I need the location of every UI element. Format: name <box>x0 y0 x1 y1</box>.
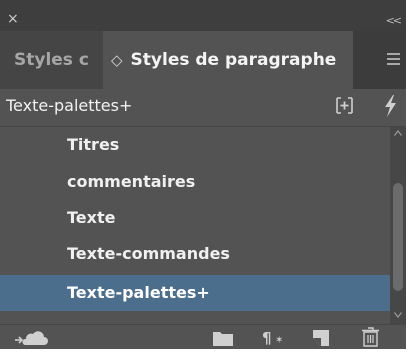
list-item[interactable]: Texte-commandes <box>0 236 390 272</box>
trash-icon[interactable] <box>362 327 379 347</box>
current-style-header: Texte-palettes+ <box>0 89 406 127</box>
tab-paragraph-styles[interactable]: ◇ Styles de paragraphe <box>103 31 353 89</box>
style-label: Texte-palettes+ <box>67 283 210 302</box>
tab-character-styles-label: Styles c <box>14 50 89 70</box>
scroll-thumb[interactable] <box>393 183 403 291</box>
tab-bar: Styles c ◇ Styles de paragraphe <box>0 31 406 89</box>
style-label: Texte-commandes <box>67 244 230 263</box>
chevron-updown-icon: ◇ <box>111 51 123 69</box>
hamburger-icon[interactable] <box>387 53 400 65</box>
paragraph-styles-panel: × << Styles c ◇ Styles de paragraphe Text… <box>0 0 406 349</box>
list-item[interactable]: Titres <box>0 127 390 163</box>
panel-title-bar: × << <box>0 0 406 31</box>
close-icon[interactable]: × <box>7 12 19 26</box>
list-item[interactable]: Texte <box>0 200 390 236</box>
style-label: Titres <box>67 135 120 154</box>
list-item[interactable]: commentaires <box>0 164 390 200</box>
collapse-panel-icon[interactable]: << <box>386 15 403 26</box>
tab-paragraph-styles-label: Styles de paragraphe <box>130 50 337 70</box>
style-label: commentaires <box>67 172 196 191</box>
chevron-down-icon[interactable] <box>394 312 402 318</box>
panel-footer: ¶ ✶ <box>0 324 406 349</box>
list-item-selected[interactable]: Texte-palettes+ <box>0 275 390 311</box>
clear-overrides-icon[interactable]: ¶ ✶ <box>262 329 286 346</box>
style-label: Texte <box>67 208 116 227</box>
scrollbar[interactable] <box>390 127 406 324</box>
lightning-icon[interactable] <box>383 95 397 117</box>
styles-list: Titres commentaires Texte Texte-commande… <box>0 127 390 324</box>
folder-icon[interactable] <box>213 331 233 346</box>
svg-text:✶: ✶ <box>275 335 283 346</box>
new-style-group-icon[interactable] <box>336 97 353 114</box>
current-style-name: Texte-palettes+ <box>6 96 133 115</box>
tab-character-styles[interactable]: Styles c <box>0 31 103 89</box>
svg-text:¶: ¶ <box>262 329 272 346</box>
cloud-library-icon[interactable] <box>14 328 48 346</box>
new-style-icon[interactable] <box>313 330 331 346</box>
chevron-up-icon[interactable] <box>394 130 402 136</box>
